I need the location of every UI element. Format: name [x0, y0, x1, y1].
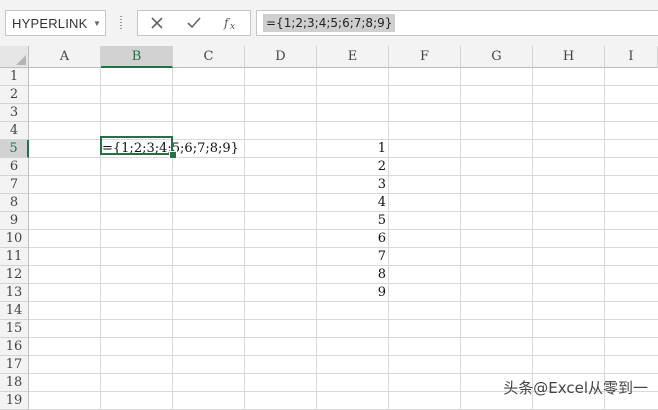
- row-header-19[interactable]: 19: [0, 392, 29, 410]
- fill-handle[interactable]: [169, 151, 177, 159]
- column-header-i[interactable]: I: [605, 46, 658, 68]
- row-header-8[interactable]: 8: [0, 194, 29, 212]
- cell-e12[interactable]: 8: [320, 266, 386, 284]
- cell-e13[interactable]: 9: [320, 284, 386, 302]
- insert-function-icon[interactable]: fx: [216, 11, 246, 35]
- row-header-1[interactable]: 1: [0, 68, 29, 86]
- formula-text: ={1;2;3;4;5;6;7;8;9}: [263, 14, 396, 32]
- select-all-button[interactable]: [0, 46, 29, 68]
- formula-input[interactable]: ={1;2;3;4;5;6;7;8;9}: [256, 10, 658, 36]
- cell-e8[interactable]: 4: [320, 194, 386, 212]
- chevron-down-icon[interactable]: ▼: [89, 11, 105, 35]
- row-header-12[interactable]: 12: [0, 266, 29, 284]
- cell-e11[interactable]: 7: [320, 248, 386, 266]
- row-header-5[interactable]: 5: [0, 140, 29, 158]
- column-header-d[interactable]: D: [245, 46, 317, 68]
- watermark-text: 头条@Excel从零到一: [503, 379, 648, 397]
- cancel-icon[interactable]: [142, 11, 172, 35]
- name-box[interactable]: HYPERLINK ▼: [5, 10, 106, 36]
- row-header-14[interactable]: 14: [0, 302, 29, 320]
- column-header-h[interactable]: H: [533, 46, 605, 68]
- column-header-g[interactable]: G: [461, 46, 533, 68]
- formula-bar: HYPERLINK ▼ fx ={1;2;3;4;5;6;7;8;9}: [0, 0, 658, 46]
- row-header-13[interactable]: 13: [0, 284, 29, 302]
- row-header-9[interactable]: 9: [0, 212, 29, 230]
- cell-e9[interactable]: 5: [320, 212, 386, 230]
- row-header-4[interactable]: 4: [0, 122, 29, 140]
- grip-handle-icon[interactable]: [120, 16, 122, 30]
- row-header-11[interactable]: 11: [0, 248, 29, 266]
- row-header-2[interactable]: 2: [0, 86, 29, 104]
- cell-e6[interactable]: 2: [320, 158, 386, 176]
- row-header-18[interactable]: 18: [0, 374, 29, 392]
- cell-e7[interactable]: 3: [320, 176, 386, 194]
- name-box-text: HYPERLINK: [12, 15, 88, 31]
- row-header-15[interactable]: 15: [0, 320, 29, 338]
- row-header-6[interactable]: 6: [0, 158, 29, 176]
- row-header-10[interactable]: 10: [0, 230, 29, 248]
- column-header-a[interactable]: A: [29, 46, 101, 68]
- row-header-17[interactable]: 17: [0, 356, 29, 374]
- row-header-3[interactable]: 3: [0, 104, 29, 122]
- column-header-e[interactable]: E: [317, 46, 389, 68]
- column-header-f[interactable]: F: [389, 46, 461, 68]
- column-header-b[interactable]: B: [101, 46, 173, 68]
- cell-e10[interactable]: 6: [320, 230, 386, 248]
- column-header-c[interactable]: C: [173, 46, 245, 68]
- row-header-7[interactable]: 7: [0, 176, 29, 194]
- formula-buttons: fx: [137, 10, 251, 36]
- select-all-triangle-icon: [16, 55, 26, 65]
- confirm-icon[interactable]: [179, 11, 209, 35]
- cell-e5[interactable]: 1: [320, 140, 386, 158]
- row-header-16[interactable]: 16: [0, 338, 29, 356]
- svg-text:x: x: [230, 22, 235, 30]
- active-cell-border[interactable]: [100, 136, 173, 155]
- worksheet: A B C D E F G H I 1 2 3 4 5 6 7 8 9 10 1…: [0, 46, 658, 410]
